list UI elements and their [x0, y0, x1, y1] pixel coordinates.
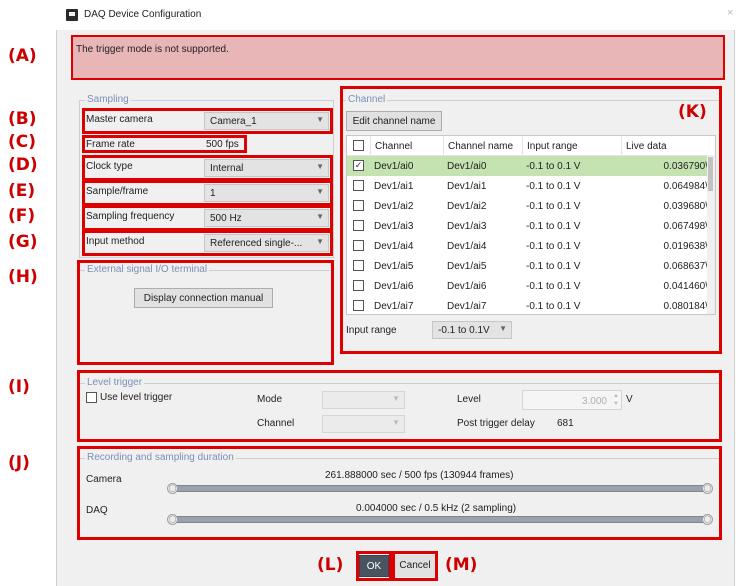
annotation-label-k: (K): [678, 102, 707, 122]
annotation-label-f: (F): [8, 206, 36, 226]
message-panel: [71, 35, 725, 80]
annotation-box-m: [392, 551, 438, 581]
annotation-box-d: [82, 155, 333, 181]
annotation-label-h: (H): [8, 267, 38, 287]
annotation-label-b: (B): [8, 109, 37, 129]
annotation-label-e: (E): [8, 181, 36, 201]
close-icon[interactable]: ×: [727, 7, 733, 19]
annotation-box-g: [82, 230, 333, 256]
annotation-box-l: [356, 551, 392, 581]
annotation-box-e: [82, 180, 333, 206]
annotation-label-c: (C): [8, 132, 37, 152]
annotation-box-j: [77, 446, 722, 540]
window-title: DAQ Device Configuration: [84, 9, 202, 20]
annotation-box-c: [82, 135, 247, 153]
annotation-label-m: (M): [445, 555, 478, 575]
annotation-box-h: [77, 260, 334, 365]
annotation-label-l: (L): [317, 555, 344, 575]
message-text: The trigger mode is not supported.: [76, 44, 229, 55]
annotation-label-j: (J): [8, 453, 30, 473]
annotation-label-d: (D): [8, 155, 38, 175]
annotation-box-k: [340, 86, 722, 354]
annotation-box-b: [82, 108, 333, 134]
app-icon: [66, 9, 78, 21]
annotation-label-i: (I): [8, 377, 30, 397]
annotation-box-f: [82, 205, 333, 231]
annotation-box-i: [77, 370, 722, 442]
annotation-label-a: (A): [8, 46, 37, 66]
annotation-label-g: (G): [8, 232, 38, 252]
sampling-group-title: Sampling: [85, 94, 131, 105]
